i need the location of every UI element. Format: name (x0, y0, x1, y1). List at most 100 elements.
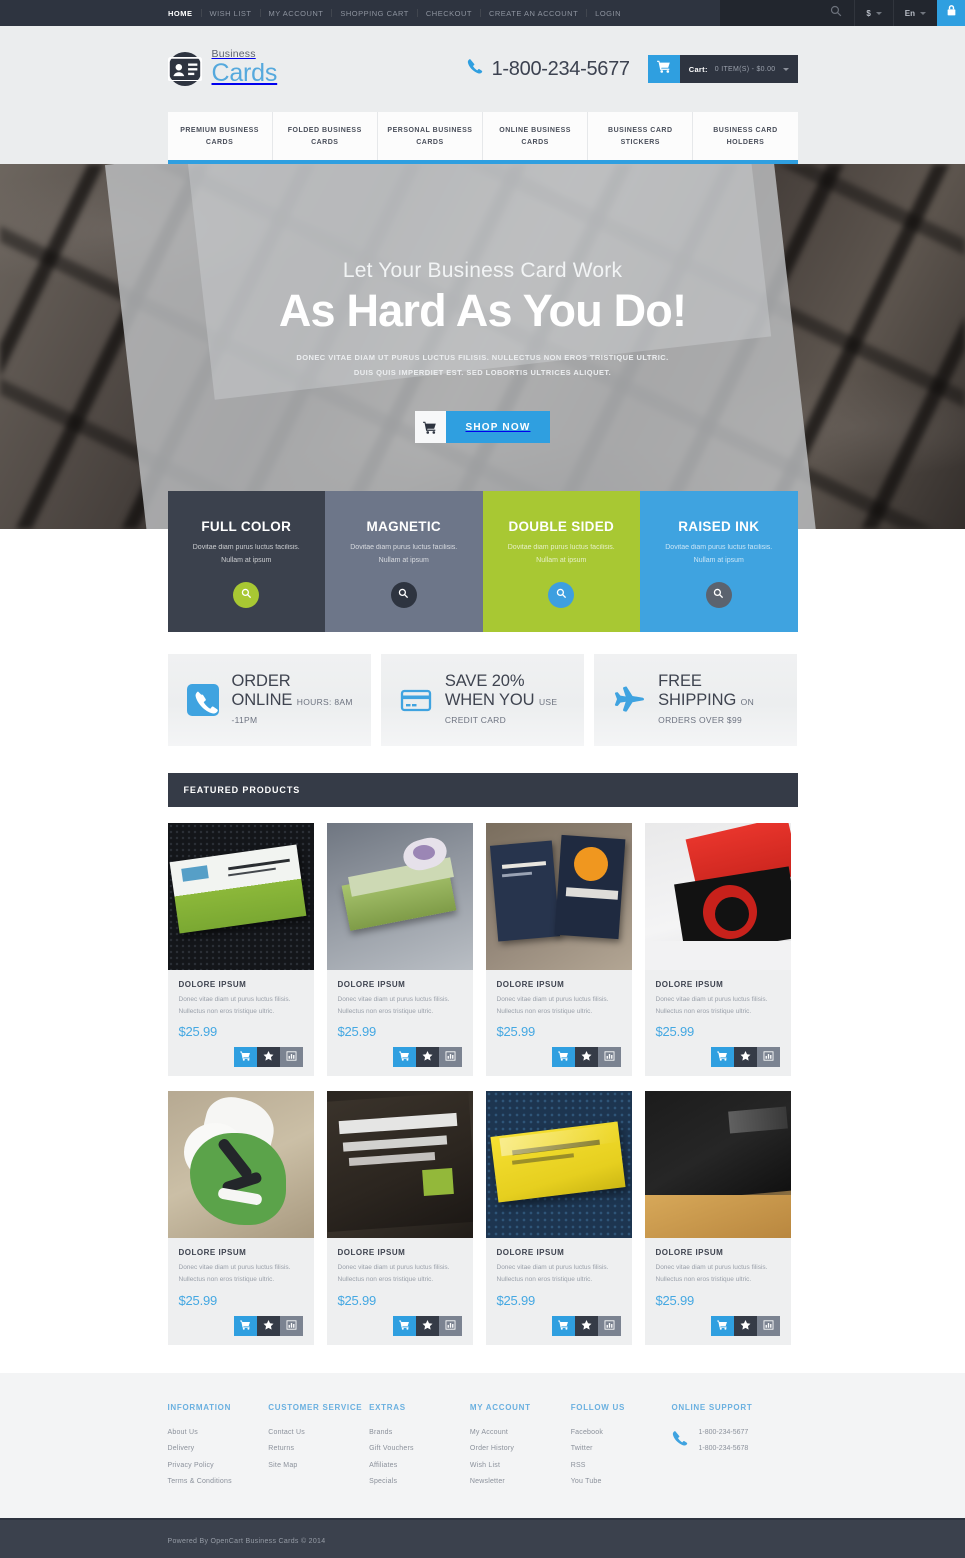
product-card[interactable]: DOLORE IPSUM Donec vitae diam ut purus lu… (485, 822, 632, 1077)
search-button[interactable] (720, 0, 854, 26)
footer-link-my-account[interactable]: My Account (470, 1425, 571, 1441)
tile-search-button[interactable] (233, 581, 260, 608)
add-to-wishlist-button[interactable] (574, 1047, 598, 1068)
cart-icon-button[interactable] (647, 55, 680, 83)
nav-item-folded-business-cards[interactable]: FOLDED BUSINESS CARDS (273, 112, 378, 161)
product-image[interactable] (167, 1091, 314, 1239)
cart-summary[interactable]: Cart: 0 ITEM(S) - $0.00 (679, 55, 798, 83)
add-to-wishlist-button[interactable] (733, 1047, 757, 1068)
compare-button[interactable] (756, 1315, 780, 1336)
add-to-wishlist-button[interactable] (415, 1047, 439, 1068)
product-actions (497, 1315, 621, 1336)
footer-link-privacy-policy[interactable]: Privacy Policy (168, 1458, 269, 1474)
add-to-wishlist-button[interactable] (415, 1315, 439, 1336)
compare-button[interactable] (279, 1315, 303, 1336)
product-image[interactable] (644, 822, 791, 970)
footer-link-order-history[interactable]: Order History (470, 1441, 571, 1457)
top-nav-link-checkout[interactable]: CHECKOUT (418, 9, 480, 18)
add-to-cart-button[interactable] (710, 1315, 734, 1336)
add-to-cart-button[interactable] (392, 1047, 416, 1068)
product-card[interactable]: DOLORE IPSUM Donec vitae diam ut purus lu… (485, 1091, 632, 1345)
category-tile-full-color[interactable]: FULL COLOR Dovitae diam purus luctus faci… (167, 491, 325, 632)
footer-link-gift-vouchers[interactable]: Gift Vouchers (369, 1441, 470, 1457)
compare-button[interactable] (279, 1047, 303, 1068)
shop-now-button[interactable]: SHOP NOW (414, 411, 551, 444)
language-selector[interactable]: En (892, 0, 937, 26)
footer-link-rss[interactable]: RSS (571, 1458, 672, 1474)
product-card[interactable]: DOLORE IPSUM Donec vitae diam ut purus lu… (644, 1091, 791, 1345)
top-nav-link-shopping-cart[interactable]: SHOPPING CART (332, 9, 416, 18)
footer-link-site-map[interactable]: Site Map (268, 1458, 369, 1474)
category-tile-magnetic[interactable]: MAGNETIC Dovitae diam purus luctus facili… (325, 491, 483, 632)
tile-search-button[interactable] (705, 581, 732, 608)
nav-item-business-card-holders[interactable]: BUSINESS CARD HOLDERS (693, 112, 797, 160)
footer-link-affiliates[interactable]: Affiliates (369, 1458, 470, 1474)
footer-link-newsletter[interactable]: Newsletter (470, 1474, 571, 1490)
product-card[interactable]: DOLORE IPSUM Donec vitae diam ut purus lu… (644, 822, 791, 1077)
footer-link-contact-us[interactable]: Contact Us (268, 1425, 369, 1441)
product-card[interactable]: DOLORE IPSUM Donec vitae diam ut purus lu… (167, 822, 314, 1077)
category-tile-double-sided[interactable]: DOUBLE SIDED Dovitae diam purus luctus fa… (482, 491, 640, 632)
footer-link-specials[interactable]: Specials (369, 1474, 470, 1490)
product-image[interactable] (485, 822, 632, 970)
tile-search-button[interactable] (548, 581, 575, 608)
category-tile-raised-ink[interactable]: RAISED INK Dovitae diam purus luctus faci… (640, 491, 798, 632)
add-to-cart-button[interactable] (392, 1315, 416, 1336)
add-to-wishlist-button[interactable] (733, 1315, 757, 1336)
product-image[interactable] (485, 1091, 632, 1239)
product-image[interactable] (644, 1091, 791, 1239)
tile-title: RAISED INK (678, 519, 760, 535)
footer-link-wish-list[interactable]: Wish List (470, 1458, 571, 1474)
site-logo[interactable]: Business Cards (167, 49, 277, 89)
add-to-wishlist-button[interactable] (256, 1315, 280, 1336)
secure-login-button[interactable] (937, 0, 965, 26)
compare-button[interactable] (756, 1047, 780, 1068)
footer-link-about-us[interactable]: About Us (168, 1425, 269, 1441)
bar-chart-icon (763, 1048, 774, 1066)
tile-search-button[interactable] (390, 581, 417, 608)
top-nav-link-login[interactable]: LOGIN (587, 9, 629, 18)
compare-button[interactable] (438, 1315, 462, 1336)
compare-button[interactable] (597, 1315, 621, 1336)
product-card[interactable]: DOLORE IPSUM Donec vitae diam ut purus lu… (326, 1091, 473, 1345)
top-nav-links: HOME WISH LIST MY ACCOUNT SHOPPING CART CHEC… (0, 0, 629, 26)
add-to-cart-button[interactable] (551, 1047, 575, 1068)
hero-description-line-1: DONEC VITAE DIAM UT PURUS LUCTUS FILISIS… (296, 352, 669, 362)
top-nav-link-my-account[interactable]: MY ACCOUNT (261, 9, 332, 18)
info-title: SAVE 20% WHEN YOU (444, 672, 535, 710)
magnifier-icon (713, 586, 724, 604)
footer-link-brands[interactable]: Brands (369, 1425, 470, 1441)
add-to-wishlist-button[interactable] (256, 1047, 280, 1068)
nav-item-business-card-stickers[interactable]: BUSINESS CARD STICKERS (588, 112, 694, 161)
add-to-cart-button[interactable] (233, 1047, 257, 1068)
footer-link-terms-conditions[interactable]: Terms & Conditions (168, 1474, 269, 1490)
product-card[interactable]: DOLORE IPSUM Donec vitae diam ut purus lu… (167, 1091, 314, 1345)
product-image[interactable] (326, 1091, 473, 1239)
add-to-cart-button[interactable] (710, 1047, 734, 1068)
add-to-wishlist-button[interactable] (574, 1315, 598, 1336)
top-nav-link-create-an-account[interactable]: CREATE AN ACCOUNT (481, 9, 586, 18)
compare-button[interactable] (438, 1047, 462, 1068)
footer-link-you-tube[interactable]: You Tube (571, 1474, 672, 1490)
footer-link-returns[interactable]: Returns (268, 1441, 369, 1457)
add-to-cart-button[interactable] (233, 1315, 257, 1336)
compare-button[interactable] (597, 1047, 621, 1068)
footer-column-heading: CUSTOMER SERVICE (268, 1402, 363, 1412)
product-description: Donec vitae diam ut purus luctus filisis… (655, 995, 768, 1015)
nav-item-online-business-cards[interactable]: ONLINE BUSINESS CARDS (483, 112, 589, 161)
product-card[interactable]: DOLORE IPSUM Donec vitae diam ut purus lu… (326, 822, 473, 1077)
add-to-cart-button[interactable] (551, 1315, 575, 1336)
footer-link-delivery[interactable]: Delivery (168, 1441, 269, 1457)
currency-selector[interactable]: $ (854, 0, 892, 26)
product-image[interactable] (167, 822, 314, 970)
footer-link-twitter[interactable]: Twitter (571, 1441, 672, 1457)
footer-column-heading: EXTRAS (369, 1402, 406, 1412)
product-image[interactable] (326, 822, 473, 970)
footer-link-facebook[interactable]: Facebook (571, 1425, 672, 1441)
nav-item-personal-business-cards[interactable]: PERSONAL BUSINESS CARDS (378, 112, 484, 161)
cart-widget[interactable]: Cart: 0 ITEM(S) - $0.00 (647, 55, 798, 83)
nav-item-premium-business-cards[interactable]: PREMIUM BUSINESS CARDS (168, 112, 273, 161)
category-tiles-wrapper: FULL COLOR Dovitae diam purus luctus faci… (0, 491, 965, 1345)
top-nav-link-home[interactable]: HOME (168, 9, 201, 18)
top-nav-link-wish-list[interactable]: WISH LIST (202, 9, 260, 18)
